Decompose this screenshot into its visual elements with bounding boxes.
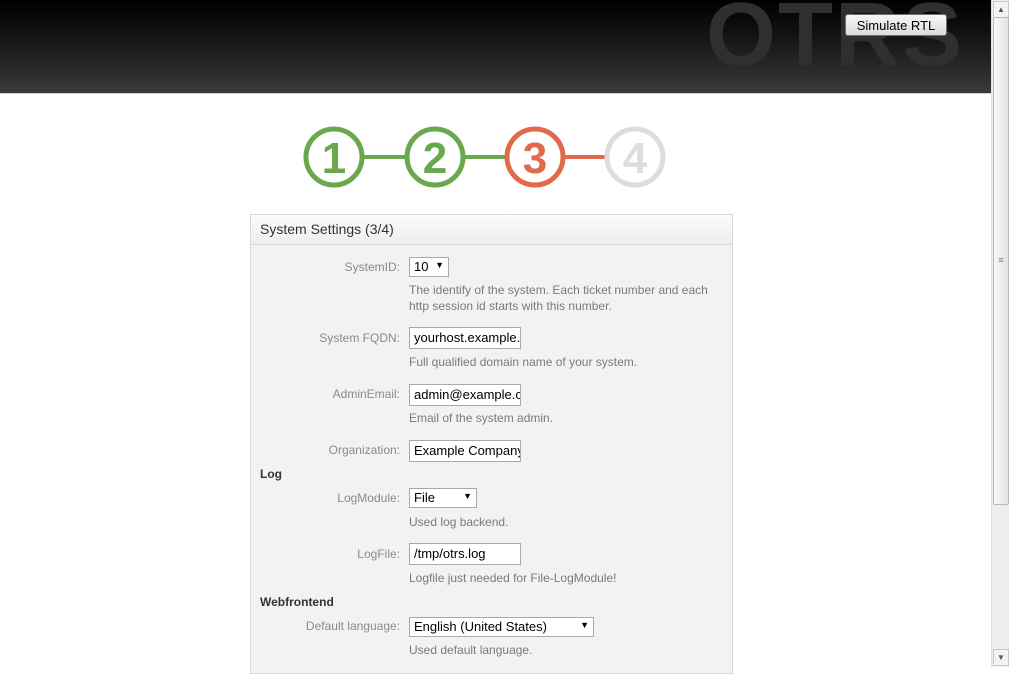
language-help: Used default language. (409, 643, 533, 657)
step-2: 2 (404, 126, 466, 188)
step-1: 1 (303, 126, 365, 188)
logmodule-value: File (414, 490, 435, 505)
webfrontend-section-heading: Webfrontend (260, 595, 334, 609)
logmodule-label: LogModule: (337, 491, 400, 505)
adminemail-input[interactable]: admin@example.com (409, 384, 521, 406)
systemid-help: The identify of the system. Each ticket … (409, 283, 708, 313)
log-section-heading: Log (260, 467, 282, 481)
simulate-rtl-button[interactable]: Simulate RTL (845, 14, 947, 36)
fqdn-input[interactable]: yourhost.example.com (409, 327, 521, 349)
logmodule-help: Used log backend. (409, 515, 509, 529)
adminemail-help: Email of the system admin. (409, 411, 554, 425)
systemid-select[interactable]: 10 ▼ (409, 257, 449, 277)
chevron-down-icon: ▼ (435, 260, 444, 270)
svg-text:2: 2 (423, 134, 447, 183)
header-bar: OTRS Simulate RTL (0, 0, 991, 94)
installer-step-indicator: 1 2 3 4 (303, 126, 666, 188)
scroll-up-button[interactable]: ▲ (993, 1, 1009, 18)
otrs-logo: OTRS (706, 0, 965, 85)
scroll-down-button[interactable]: ▼ (993, 649, 1009, 666)
svg-text:3: 3 (523, 134, 547, 183)
language-row: Default language: English (United States… (251, 617, 734, 657)
step-3-current: 3 (504, 126, 566, 188)
organization-input[interactable]: Example Company (409, 440, 521, 462)
svg-text:4: 4 (623, 134, 648, 183)
step-4: 4 (604, 126, 666, 188)
logmodule-row: LogModule: File ▼ Used log backend. (251, 488, 734, 529)
systemid-value: 10 (414, 259, 429, 274)
systemid-label: SystemID: (344, 260, 400, 274)
svg-text:1: 1 (322, 134, 346, 183)
fqdn-help: Full qualified domain name of your syste… (409, 355, 638, 369)
grip-icon: ≡ (998, 255, 1004, 265)
systemid-row: SystemID: 10 ▼ The identify of the syste… (251, 257, 734, 313)
scrollbar-thumb[interactable]: ≡ (993, 17, 1009, 505)
language-select[interactable]: English (United States) ▼ (409, 617, 594, 637)
fqdn-label: System FQDN: (319, 331, 400, 345)
language-value: English (United States) (414, 619, 547, 634)
logfile-label: LogFile: (357, 547, 400, 561)
system-settings-panel: System Settings (3/4) SystemID: 10 ▼ The… (250, 214, 733, 674)
adminemail-label: AdminEmail: (332, 387, 400, 401)
chevron-down-icon: ▼ (463, 491, 472, 501)
panel-title: System Settings (3/4) (251, 215, 732, 245)
organization-label: Organization: (328, 443, 400, 457)
logfile-help: Logfile just needed for File-LogModule! (409, 571, 617, 585)
logmodule-select[interactable]: File ▼ (409, 488, 477, 508)
logfile-input[interactable]: /tmp/otrs.log (409, 543, 521, 565)
language-label: Default language: (305, 619, 400, 633)
vertical-scrollbar[interactable]: ▲ ≡ ▼ (991, 0, 1009, 667)
chevron-down-icon: ▼ (580, 620, 589, 630)
